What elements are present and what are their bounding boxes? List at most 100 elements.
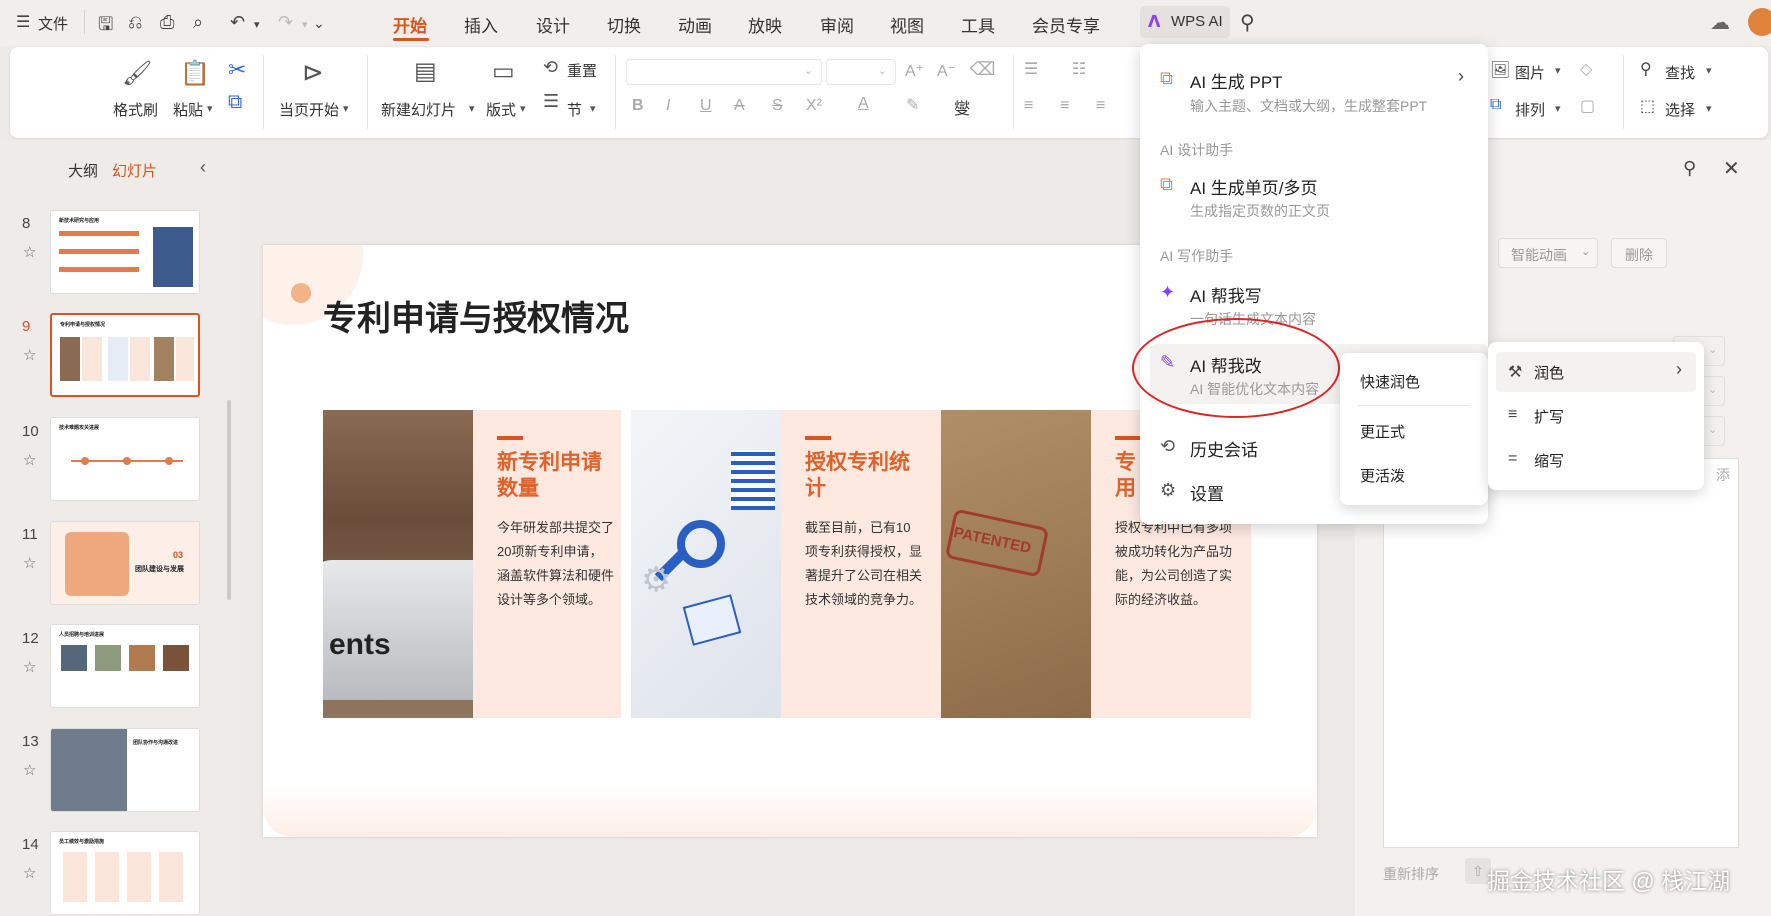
tab-animation[interactable]: 动画 bbox=[678, 12, 712, 37]
select-button[interactable]: 选择 bbox=[1665, 99, 1695, 120]
find-dropdown-icon[interactable]: ▾ bbox=[1706, 64, 1712, 77]
slide-thumbnail-12[interactable]: 人员招聘与培训进展 bbox=[50, 624, 200, 708]
slide-thumbnail-8[interactable]: 新技术研究与应用 bbox=[50, 210, 200, 294]
format-painter-button[interactable]: 格式刷 bbox=[113, 99, 158, 120]
layout-button[interactable]: 版式 bbox=[486, 99, 516, 120]
ai-write[interactable]: AI 帮我写 bbox=[1190, 282, 1262, 307]
picture-dropdown-icon[interactable]: ▾ bbox=[1555, 64, 1561, 77]
undo-dropdown-icon[interactable]: ▾ bbox=[254, 18, 260, 31]
cut-icon[interactable]: ✂ bbox=[228, 57, 246, 83]
hamburger-icon[interactable]: ☰ bbox=[16, 12, 30, 32]
tab-home[interactable]: 开始 bbox=[393, 12, 427, 37]
from-current-dropdown-icon[interactable]: ▾ bbox=[343, 102, 349, 115]
more-formal-item[interactable]: 更正式 bbox=[1360, 421, 1405, 442]
new-slide-dropdown-icon[interactable]: ▾ bbox=[469, 102, 475, 115]
font-name-select[interactable]: ⌄ bbox=[626, 59, 822, 85]
layout-icon[interactable]: ▭ bbox=[492, 57, 515, 86]
save-icon[interactable]: 🖫 bbox=[98, 12, 113, 42]
star-icon[interactable]: ☆ bbox=[23, 554, 36, 572]
paste-icon[interactable]: 📋 bbox=[180, 59, 210, 88]
shadow-icon[interactable]: S bbox=[772, 97, 783, 115]
settings[interactable]: 设置 bbox=[1190, 480, 1224, 505]
paste-button[interactable]: 粘贴 bbox=[173, 99, 203, 120]
highlight-icon[interactable]: ✎ bbox=[906, 95, 919, 115]
decrease-font-icon[interactable]: A⁻ bbox=[937, 61, 956, 81]
play-from-current-icon[interactable]: ⊳ bbox=[302, 57, 324, 88]
polish-item[interactable]: 润色 bbox=[1534, 362, 1564, 383]
paste-dropdown-icon[interactable]: ▾ bbox=[207, 102, 213, 115]
bold-icon[interactable]: B bbox=[632, 97, 644, 115]
print-icon[interactable]: ⎙ bbox=[160, 12, 174, 33]
strikethrough-icon[interactable]: A bbox=[734, 97, 745, 115]
more-lively-item[interactable]: 更活泼 bbox=[1360, 465, 1405, 486]
star-icon[interactable]: ☆ bbox=[23, 451, 36, 469]
shorten-item[interactable]: 缩写 bbox=[1534, 450, 1564, 471]
increase-font-icon[interactable]: A⁺ bbox=[905, 61, 924, 81]
card-image-3[interactable]: PATENTED bbox=[941, 410, 1091, 718]
tab-insert[interactable]: 插入 bbox=[464, 12, 498, 37]
star-icon[interactable]: ☆ bbox=[23, 346, 36, 364]
customize-chevron-icon[interactable]: ⌄ bbox=[313, 15, 325, 32]
redo-dropdown-icon[interactable]: ▾ bbox=[302, 18, 308, 31]
numbered-list-icon[interactable]: ☷ bbox=[1072, 59, 1086, 79]
avatar[interactable] bbox=[1748, 8, 1771, 36]
ai-generate-pages[interactable]: AI 生成单页/多页 bbox=[1190, 174, 1318, 199]
tab-transition[interactable]: 切换 bbox=[607, 12, 641, 37]
tab-design[interactable]: 设计 bbox=[536, 12, 570, 37]
tab-member[interactable]: 会员专享 bbox=[1032, 12, 1100, 37]
tab-tools[interactable]: 工具 bbox=[961, 12, 995, 37]
slide-thumbnail-14[interactable]: 员工绩效与激励措施 bbox=[50, 831, 200, 915]
reset-icon[interactable]: ⟲ bbox=[543, 57, 558, 78]
section-dropdown-icon[interactable]: ▾ bbox=[590, 102, 596, 115]
picture-button[interactable]: 图片 bbox=[1515, 62, 1545, 83]
slide-thumbnail-13[interactable]: 团队协作与沟通改进 bbox=[50, 728, 200, 812]
superscript-icon[interactable]: X² bbox=[806, 97, 822, 115]
align-left-icon[interactable]: ≡ bbox=[1024, 97, 1033, 115]
smart-animation-button[interactable]: 智能动画 ⌄ bbox=[1498, 238, 1598, 268]
arrange-icon[interactable]: ⧉ bbox=[1490, 96, 1501, 114]
shape-outline-icon[interactable]: ▢ bbox=[1580, 96, 1595, 116]
find-button[interactable]: 查找 bbox=[1665, 62, 1695, 83]
layout-dropdown-icon[interactable]: ▾ bbox=[520, 102, 526, 115]
star-icon[interactable]: ☆ bbox=[23, 864, 36, 882]
close-pane-icon[interactable]: ✕ bbox=[1723, 156, 1740, 181]
font-color-icon[interactable]: A bbox=[858, 95, 869, 113]
undo-icon[interactable]: ↶ bbox=[230, 12, 245, 33]
new-slide-icon[interactable]: ▤ bbox=[414, 57, 437, 86]
copy-icon[interactable]: ⧉ bbox=[228, 91, 242, 114]
print-preview-icon[interactable]: ⌕ bbox=[193, 12, 203, 33]
new-slide-button[interactable]: 新建幻灯片 bbox=[381, 99, 456, 120]
cloud-upload-icon[interactable]: ☁ bbox=[1710, 10, 1730, 35]
find-icon[interactable]: ⚲ bbox=[1640, 59, 1652, 79]
bullet-list-icon[interactable]: ☰ bbox=[1024, 59, 1038, 79]
italic-icon[interactable]: I bbox=[666, 97, 670, 115]
search-icon[interactable]: ⚲ bbox=[1240, 10, 1255, 35]
clear-format-icon[interactable]: ⌫ bbox=[970, 59, 995, 80]
file-menu[interactable]: 文件 bbox=[38, 13, 68, 34]
delete-animation-button[interactable]: 删除 bbox=[1611, 238, 1667, 268]
card-image-1[interactable]: ents bbox=[323, 410, 473, 718]
card-1[interactable]: 新专利申请数量 今年研发部共提交了20项新专利申请，涵盖软件算法和硬件设计等多个… bbox=[473, 410, 621, 718]
slide-title[interactable]: 专利申请与授权情况 bbox=[323, 291, 629, 340]
tab-view[interactable]: 视图 bbox=[890, 12, 924, 37]
pin-icon[interactable]: ⚲ bbox=[1683, 158, 1696, 179]
tab-outline[interactable]: 大纲 bbox=[68, 160, 98, 181]
section-button[interactable]: 节 bbox=[567, 99, 582, 120]
arrange-dropdown-icon[interactable]: ▾ bbox=[1555, 102, 1561, 115]
underline-icon[interactable]: U bbox=[700, 97, 712, 115]
font-size-select[interactable]: ⌄ bbox=[826, 59, 896, 85]
shape-fill-icon[interactable]: ◇ bbox=[1580, 59, 1592, 79]
select-icon[interactable]: ⬚ bbox=[1640, 96, 1655, 116]
section-icon[interactable]: ☰ bbox=[543, 91, 559, 112]
align-center-icon[interactable]: ≡ bbox=[1060, 97, 1069, 115]
card-image-2[interactable]: ⚙ bbox=[631, 410, 781, 718]
tab-slideshow[interactable]: 放映 bbox=[748, 12, 782, 37]
tab-slides[interactable]: 幻灯片 bbox=[112, 160, 157, 181]
collapse-panel-icon[interactable]: ‹ bbox=[200, 157, 206, 178]
card-2[interactable]: 授权专利统计 截至目前，已有10项专利获得授权，显著提升了公司在相关技术领域的竞… bbox=[781, 410, 941, 718]
align-right-icon[interactable]: ≡ bbox=[1096, 97, 1105, 115]
panel-scrollbar[interactable] bbox=[227, 400, 231, 600]
arrange-button[interactable]: 排列 bbox=[1515, 99, 1545, 120]
format-painter-icon[interactable]: 🖌 bbox=[122, 59, 152, 88]
slide-thumbnail-10[interactable]: 技术难题攻关进展 bbox=[50, 417, 200, 501]
